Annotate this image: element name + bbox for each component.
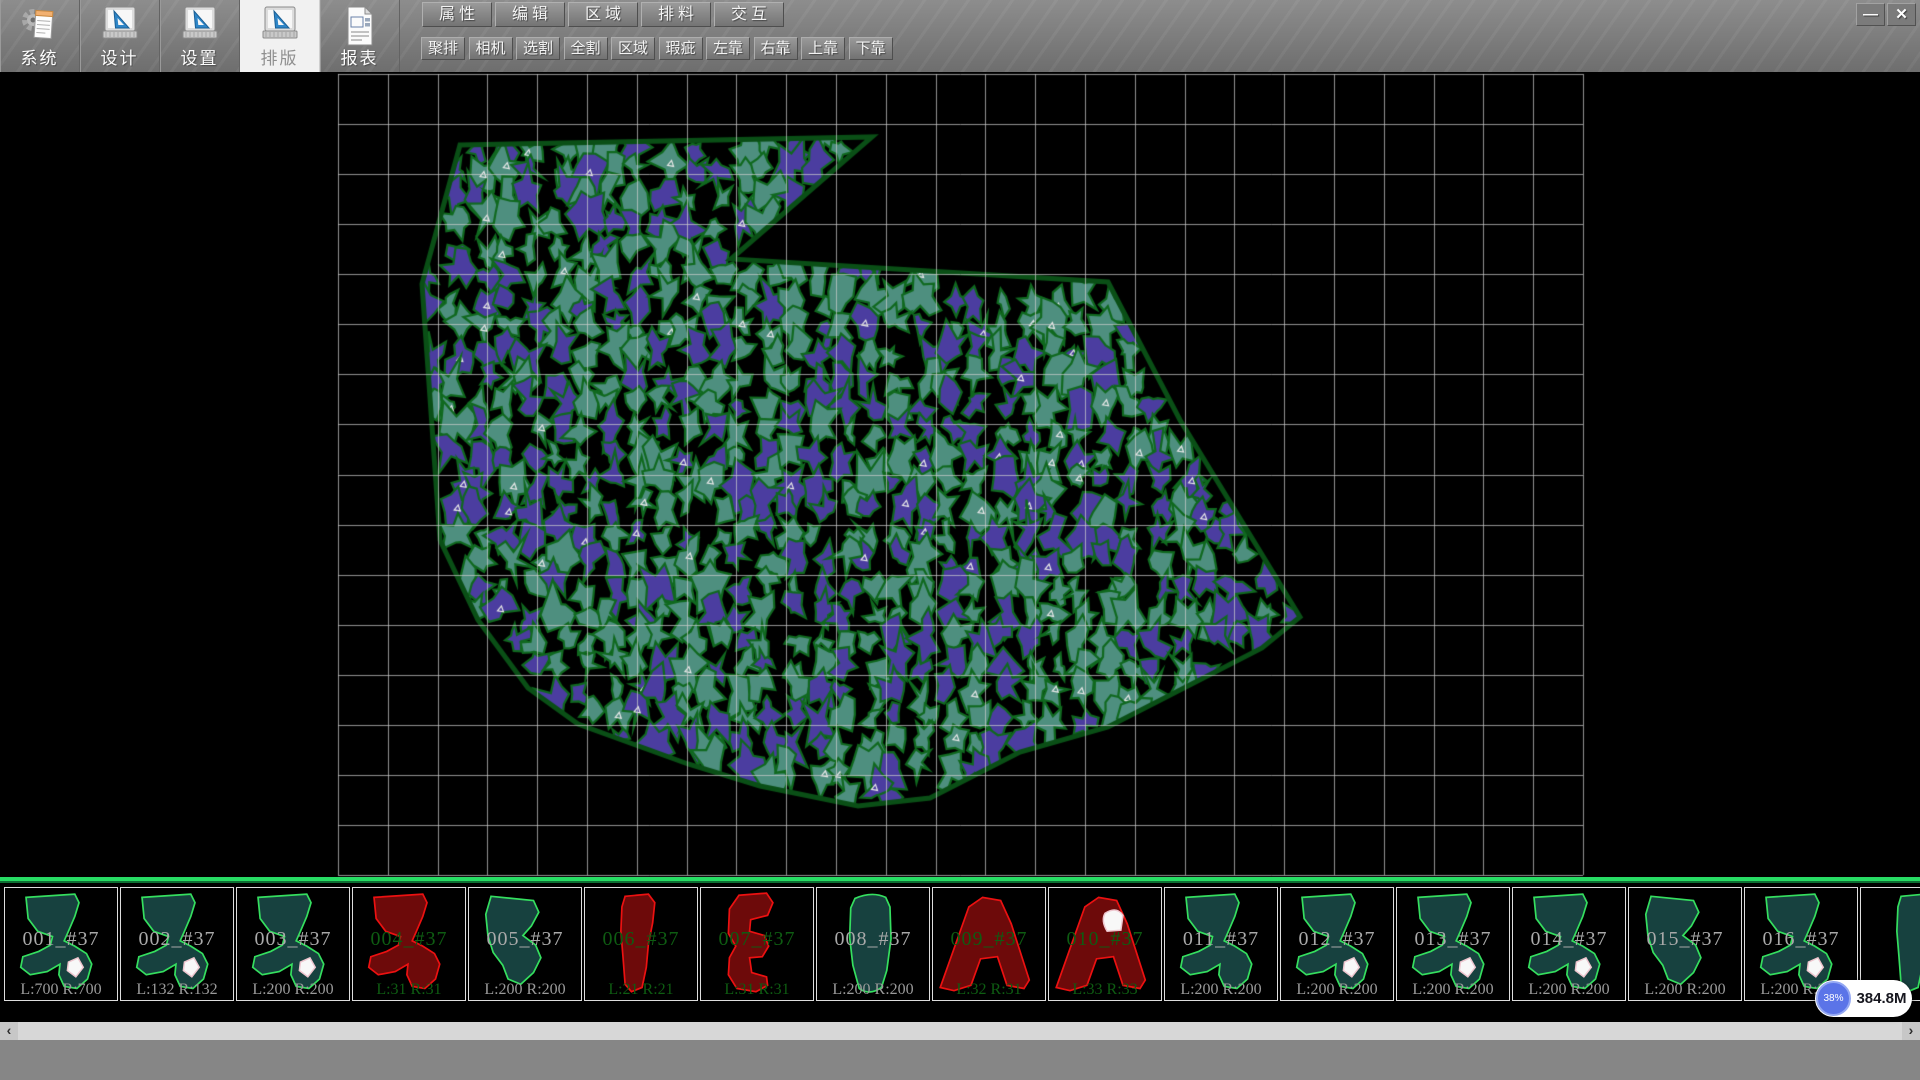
menu-button-5[interactable]: 交互	[714, 2, 784, 27]
memory-size-label: 384.8M	[1851, 990, 1912, 1007]
piece-lr-count: L:21 R:21	[585, 981, 697, 999]
settings-ruler-icon	[160, 0, 239, 49]
piece-thumbnail-6[interactable]: 006_#37 L:21 R:21	[584, 887, 698, 1001]
piece-lr-count: L:33 R:33	[1049, 981, 1161, 999]
tool-button-5[interactable]: 区域	[611, 37, 655, 60]
piece-name: 008_#37	[817, 928, 929, 951]
menu-button-1[interactable]: 属性	[422, 2, 492, 27]
tab-label: 报表	[320, 49, 399, 69]
report-doc-icon	[320, 0, 399, 49]
piece-thumbnail-10[interactable]: 010_#37 L:33 R:33	[1048, 887, 1162, 1001]
piece-name: 006_#37	[585, 928, 697, 951]
piece-thumbnail-2[interactable]: 002_#37 L:132 R:132	[120, 887, 234, 1001]
piece-name: 004_#37	[353, 928, 465, 951]
tool-button-1[interactable]: 聚排	[421, 37, 465, 60]
tool-button-6[interactable]: 瑕疵	[659, 37, 703, 60]
piece-name: 009_#37	[933, 928, 1045, 951]
tool-button-4[interactable]: 全割	[564, 37, 608, 60]
piece-thumbnail-14[interactable]: 014_#37 L:200 R:200	[1512, 887, 1626, 1001]
piece-name: 014_#37	[1513, 928, 1625, 951]
piece-name: 013_#37	[1397, 928, 1509, 951]
piece-thumbnail-15[interactable]: 015_#37 L:200 R:200	[1628, 887, 1742, 1001]
tab-layout-ruler[interactable]: 排版	[240, 0, 320, 72]
tool-button-9[interactable]: 上靠	[801, 37, 845, 60]
piece-lr-count: L:200 R:200	[1397, 981, 1509, 999]
piece-lr-count: L:31 R:31	[353, 981, 465, 999]
tab-system-gear[interactable]: 系统	[0, 0, 80, 72]
pieces-strip: 001_#37L:700 R:700002_#37L:132 R:132003_…	[0, 877, 1920, 1023]
piece-thumbnail-13[interactable]: 013_#37 L:200 R:200	[1396, 887, 1510, 1001]
piece-name: 001_#37	[5, 928, 117, 951]
system-gear-icon	[0, 0, 79, 49]
menu-button-3[interactable]: 区域	[568, 2, 638, 27]
nesting-canvas[interactable]	[0, 72, 1920, 879]
tool-button-8[interactable]: 右靠	[754, 37, 798, 60]
piece-thumbnail-1[interactable]: 001_#37 L:700 R:700	[4, 887, 118, 1001]
piece-name: 005_#37	[469, 928, 581, 951]
piece-name: 011_#37	[1165, 928, 1277, 951]
piece-lr-count: L:32 R:31	[933, 981, 1045, 999]
layout-ruler-icon	[240, 0, 319, 49]
piece-lr-count: L:200 R:200	[1165, 981, 1277, 999]
tab-label: 设置	[160, 49, 239, 69]
tab-settings-ruler[interactable]: 设置	[160, 0, 240, 72]
piece-lr-count: L:31 R:31	[701, 981, 813, 999]
tab-label: 排版	[240, 49, 319, 69]
piece-name: 002_#37	[121, 928, 233, 951]
menu-button-2[interactable]: 编辑	[495, 2, 565, 27]
piece-name: 016_#37	[1745, 928, 1857, 951]
piece-thumbnail-11[interactable]: 011_#37 L:200 R:200	[1164, 887, 1278, 1001]
piece-thumbnail-5[interactable]: 005_#37 L:200 R:200	[468, 887, 582, 1001]
piece-lr-count: L:200 R:200	[469, 981, 581, 999]
scrollbar-track[interactable]	[18, 1022, 1902, 1040]
toolbar: 系统设计设置排版报表 属性编辑区域排料交互 聚排相机选割全割区域瑕疵左靠右靠上靠…	[0, 0, 1920, 72]
piece-lr-count: L:200 R:200	[1281, 981, 1393, 999]
tab-label: 系统	[0, 49, 79, 69]
piece-thumbnails: 001_#37L:700 R:700002_#37L:132 R:132003_…	[4, 887, 1920, 1003]
tab-label: 设计	[80, 49, 159, 69]
tool-button-7[interactable]: 左靠	[706, 37, 750, 60]
close-button[interactable]: ✕	[1887, 3, 1916, 26]
design-ruler-icon	[80, 0, 159, 49]
scroll-left-button[interactable]: ‹	[0, 1022, 18, 1040]
piece-thumbnail-3[interactable]: 003_#37 L:200 R:200	[236, 887, 350, 1001]
piece-thumbnail-9[interactable]: 009_#37 L:32 R:31	[932, 887, 1046, 1001]
menu-button-4[interactable]: 排料	[641, 2, 711, 27]
scroll-right-button[interactable]: ›	[1902, 1022, 1920, 1040]
piece-thumbnail-12[interactable]: 012_#37 L:200 R:200	[1280, 887, 1394, 1001]
piece-lr-count: L:200 R:200	[1629, 981, 1741, 999]
minimize-button[interactable]: —	[1856, 3, 1885, 26]
piece-name: 007_#37	[701, 928, 813, 951]
piece-thumbnail-4[interactable]: 004_#37 L:31 R:31	[352, 887, 466, 1001]
tool-button-3[interactable]: 选割	[516, 37, 560, 60]
app-window: 系统设计设置排版报表 属性编辑区域排料交互 聚排相机选割全割区域瑕疵左靠右靠上靠…	[0, 0, 1920, 1080]
progress-indicator: 38% 384.8M	[1815, 980, 1912, 1017]
status-bar	[0, 1040, 1920, 1080]
piece-lr-count: L:200 R:200	[817, 981, 929, 999]
progress-percent-badge: 38%	[1816, 981, 1851, 1016]
nesting-canvas-area[interactable]	[0, 72, 1920, 879]
scrollbar-thumb[interactable]	[18, 1022, 1902, 1040]
piece-lr-count: L:200 R:200	[1513, 981, 1625, 999]
tool-button-2[interactable]: 相机	[469, 37, 513, 60]
piece-name: 003_#37	[237, 928, 349, 951]
piece-thumbnail-8[interactable]: 008_#37 L:200 R:200	[816, 887, 930, 1001]
piece-lr-count: L:132 R:132	[121, 981, 233, 999]
tab-report-doc[interactable]: 报表	[320, 0, 400, 72]
strip-separator-line	[0, 877, 1920, 883]
piece-name: 015_#37	[1629, 928, 1741, 951]
piece-lr-count: L:200 R:200	[237, 981, 349, 999]
piece-thumbnail-7[interactable]: 007_#37 L:31 R:31	[700, 887, 814, 1001]
horizontal-scrollbar[interactable]: ‹ ›	[0, 1022, 1920, 1040]
tool-button-10[interactable]: 下靠	[849, 37, 893, 60]
tab-design-ruler[interactable]: 设计	[80, 0, 160, 72]
piece-name: 010_#37	[1049, 928, 1161, 951]
piece-lr-count: L:700 R:700	[5, 981, 117, 999]
piece-name: 012_#37	[1281, 928, 1393, 951]
